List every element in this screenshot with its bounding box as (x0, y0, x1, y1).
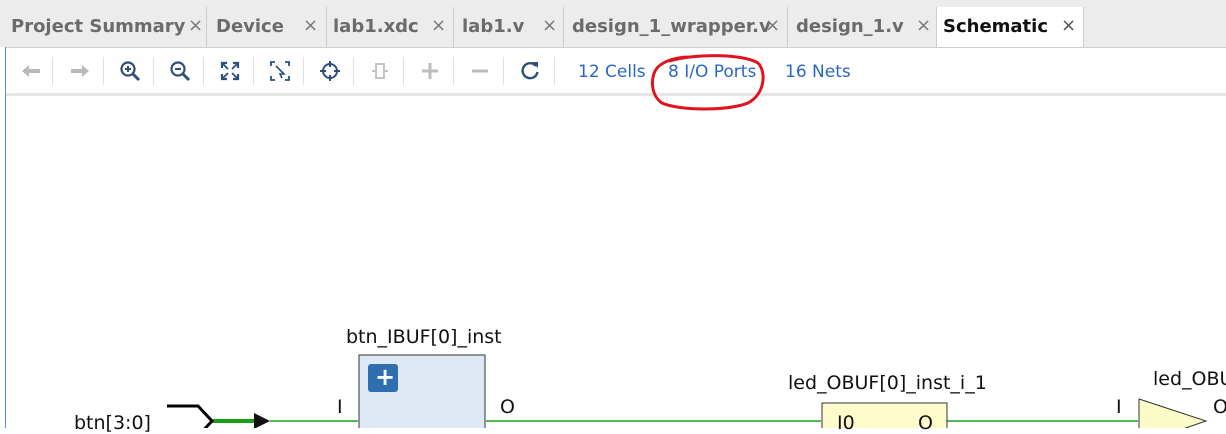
lut-pin-in: I0 (837, 412, 855, 434)
tab-project-summary[interactable]: Project Summary × (5, 7, 207, 47)
ibuf-instance-name: btn_IBUF[0]_inst (346, 326, 502, 348)
obuf-instance-name: led_OBU (1153, 368, 1226, 390)
tab-label: lab1.v (462, 16, 525, 37)
tab-close-icon[interactable]: × (431, 15, 446, 36)
wire-arrow-icon (254, 413, 270, 428)
toolbar-separator (353, 57, 354, 85)
tab-close-icon[interactable]: × (916, 15, 931, 36)
toolbar-separator (453, 57, 454, 85)
obuf-pin-out: O (1213, 396, 1226, 418)
toolbar-separator (554, 57, 555, 85)
nets-count-link[interactable]: 16 Nets (785, 62, 851, 82)
expand-icon[interactable] (417, 58, 443, 84)
tab-label: design_1_wrapper.v (572, 16, 771, 37)
tab-label: Schematic (943, 16, 1049, 37)
collapse-icon[interactable] (467, 58, 493, 84)
obuf-cell[interactable] (1138, 398, 1208, 428)
plus-icon: + (375, 363, 396, 391)
schematic-drawing (167, 354, 1208, 428)
tab-label: Project Summary (11, 16, 186, 37)
toolbar-separator (103, 57, 104, 85)
editor-tab-bar: Project Summary × Device × lab1.xdc × la… (0, 0, 1226, 48)
schematic-toolbar: 12 Cells 8 I/O Ports 16 Nets (6, 48, 1226, 93)
zoom-in-icon[interactable] (117, 58, 143, 84)
tab-close-icon[interactable]: × (542, 15, 557, 36)
tab-design-1-v[interactable]: design_1.v × (790, 7, 937, 47)
tab-lab1-v[interactable]: lab1.v × (456, 7, 564, 47)
tab-lab1-xdc[interactable]: lab1.xdc × (327, 7, 454, 47)
tab-close-icon[interactable]: × (1061, 15, 1076, 36)
tab-close-icon[interactable]: × (303, 15, 318, 36)
zoom-out-icon[interactable] (167, 58, 193, 84)
toolbar-separator (303, 57, 304, 85)
ibuf-pin-in: I (337, 396, 343, 418)
tab-label: lab1.xdc (333, 16, 419, 37)
obuf-pin-in: I (1116, 396, 1122, 418)
tab-design-1-wrapper-v[interactable]: design_1_wrapper.v × (566, 7, 788, 47)
regenerate-icon[interactable] (367, 58, 393, 84)
forward-arrow-icon[interactable] (67, 58, 93, 84)
toolbar-separator (52, 57, 53, 85)
tab-close-icon[interactable]: × (188, 15, 203, 36)
port-label: btn[3:0] (74, 412, 151, 434)
tab-schematic[interactable]: Schematic × (937, 7, 1084, 48)
tab-device[interactable]: Device × (210, 7, 327, 47)
tab-label: Device (216, 16, 284, 37)
lut-pin-out: O (918, 412, 933, 434)
fit-view-icon[interactable] (217, 58, 243, 84)
crosshair-icon[interactable] (317, 58, 343, 84)
toolbar-separator (403, 57, 404, 85)
zoom-area-icon[interactable] (267, 58, 293, 84)
tab-close-icon[interactable]: × (765, 15, 780, 36)
lut-instance-name: led_OBUF[0]_inst_i_1 (788, 372, 987, 394)
tab-label: design_1.v (796, 16, 904, 37)
cells-count-link[interactable]: 12 Cells (578, 62, 646, 82)
refresh-icon[interactable] (517, 58, 543, 84)
input-port-icon[interactable] (167, 404, 215, 428)
back-arrow-icon[interactable] (18, 58, 44, 84)
ibuf-pin-out: O (500, 396, 515, 418)
content-left-border (5, 47, 6, 428)
toolbar-separator (153, 57, 154, 85)
toolbar-separator (503, 57, 504, 85)
schematic-canvas[interactable]: btn[3:0] btn_IBUF[0]_inst + I O led_OBUF… (6, 96, 1226, 434)
toolbar-separator (203, 57, 204, 85)
toolbar-separator (253, 57, 254, 85)
